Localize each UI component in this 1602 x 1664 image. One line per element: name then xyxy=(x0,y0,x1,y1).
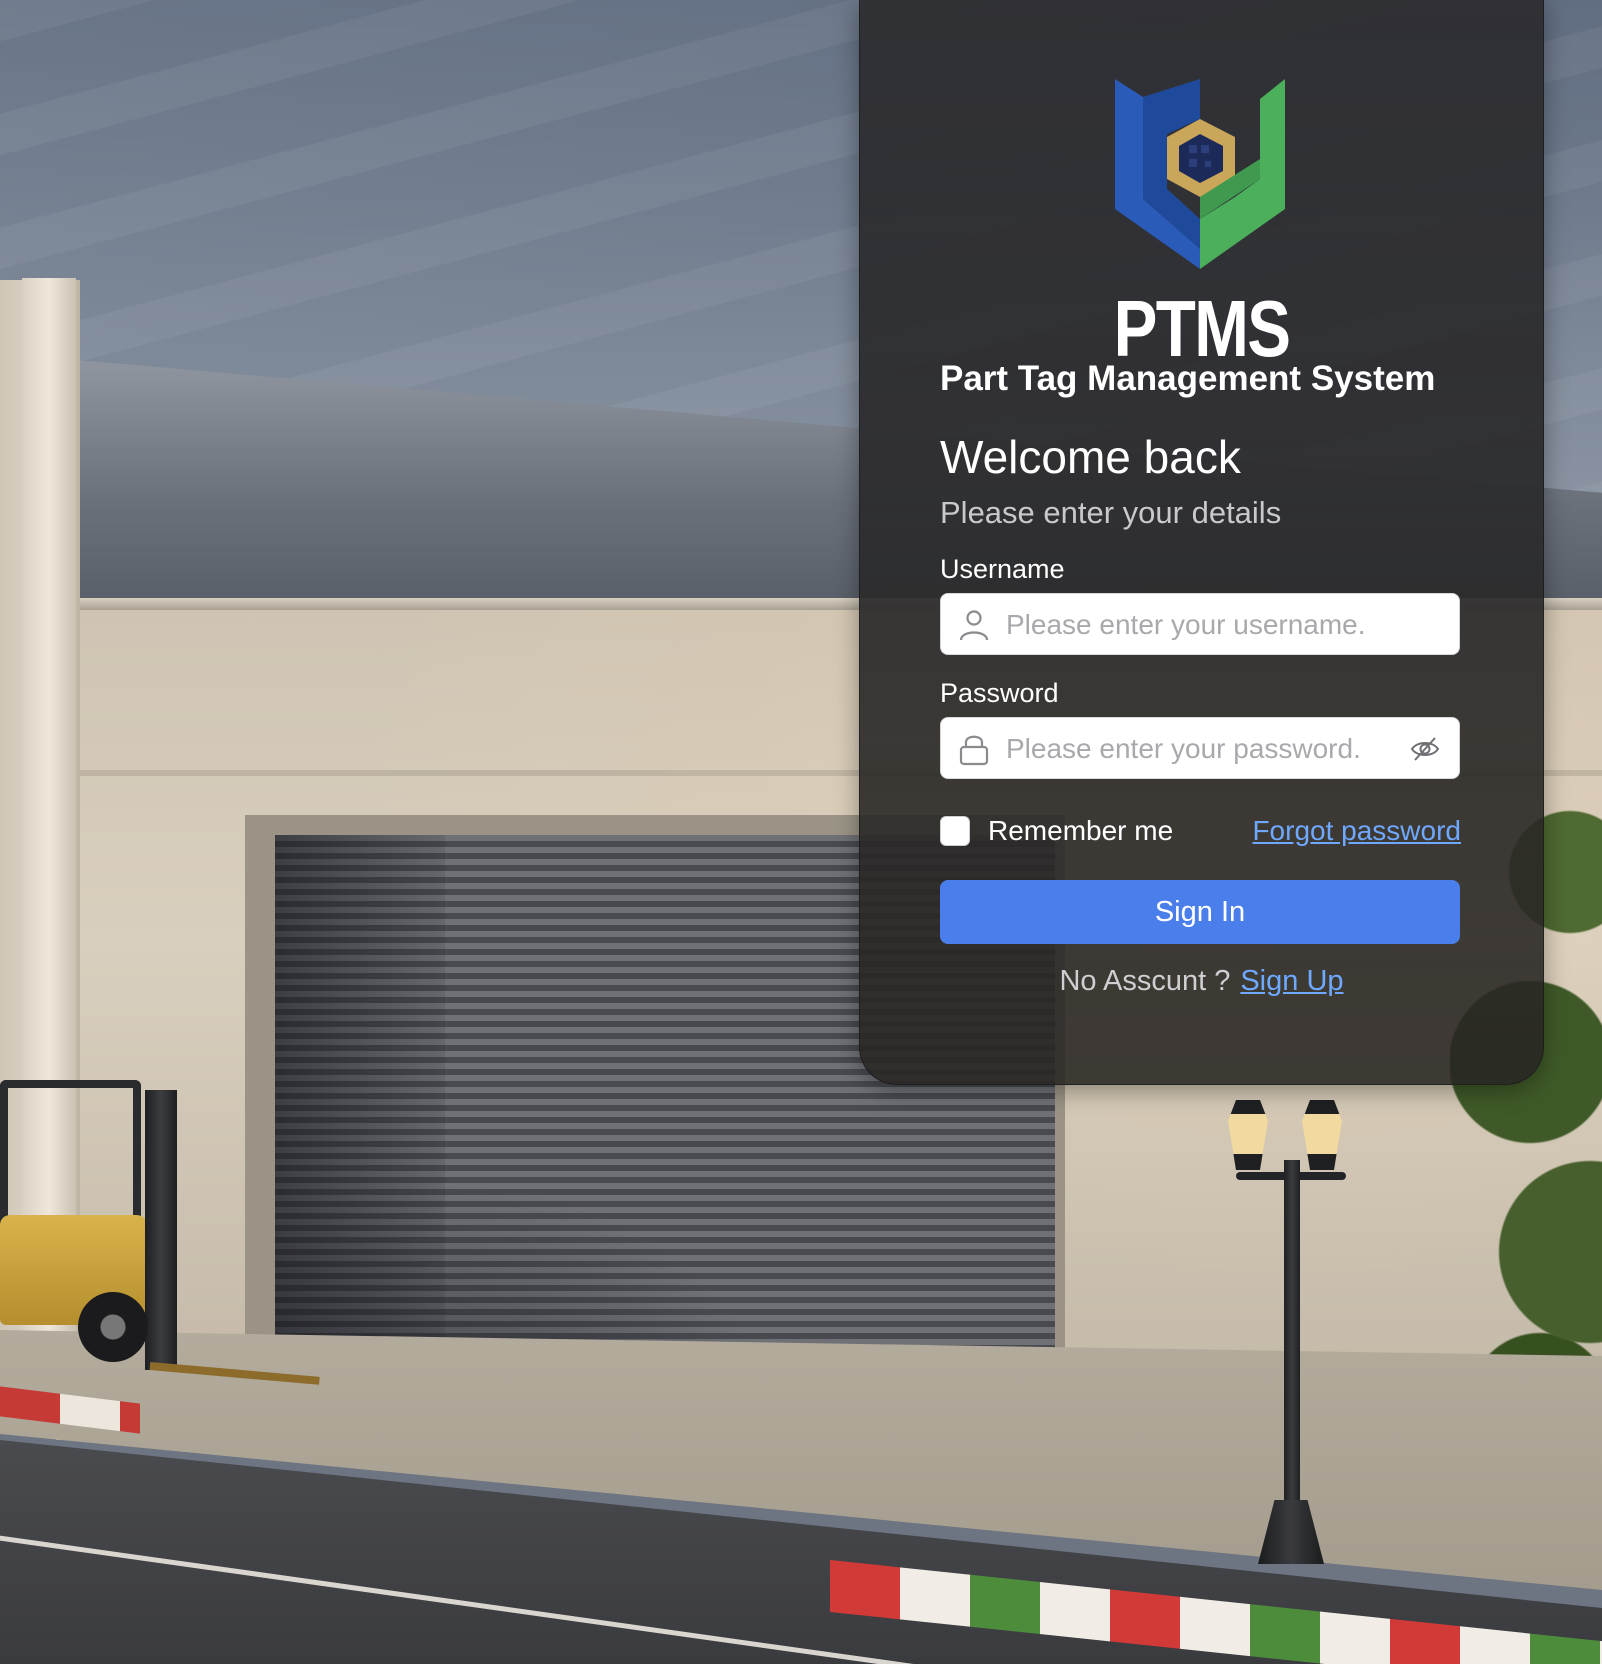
eye-off-icon[interactable] xyxy=(1409,733,1441,765)
remember-me-label[interactable]: Remember me xyxy=(988,814,1173,848)
user-icon xyxy=(959,610,989,641)
username-input[interactable] xyxy=(1004,594,1408,656)
login-card: PTMS Part Tag Management System Welcome … xyxy=(859,0,1544,1085)
username-field[interactable] xyxy=(940,593,1460,656)
welcome-heading: Welcome back xyxy=(940,431,1241,483)
brand-acronym: PTMS xyxy=(1113,284,1291,373)
forklift-mast xyxy=(145,1090,177,1370)
forklift-cage xyxy=(0,1080,141,1228)
password-field[interactable] xyxy=(940,717,1460,780)
lamp-pole xyxy=(1284,1160,1300,1540)
sign-up-link[interactable]: Sign Up xyxy=(1240,965,1343,997)
remember-me-checkbox[interactable] xyxy=(940,816,970,846)
lock-icon xyxy=(959,735,989,766)
signup-row: No Asscunt ? Sign Up xyxy=(860,963,1543,999)
password-label: Password xyxy=(940,678,1059,708)
brand-full-name: Part Tag Management System xyxy=(940,359,1436,398)
forklift-wheel xyxy=(78,1292,148,1362)
welcome-subheading: Please enter your details xyxy=(940,495,1282,530)
forgot-password-link[interactable]: Forgot password xyxy=(1252,814,1461,848)
login-page: PTMS Part Tag Management System Welcome … xyxy=(0,0,1602,1664)
ptms-shield-logo-icon xyxy=(1115,79,1285,269)
no-account-text: No Asscunt ? xyxy=(1059,965,1231,997)
password-input[interactable] xyxy=(1004,718,1408,780)
sign-in-button[interactable]: Sign In xyxy=(940,880,1460,944)
username-label: Username xyxy=(940,554,1065,584)
